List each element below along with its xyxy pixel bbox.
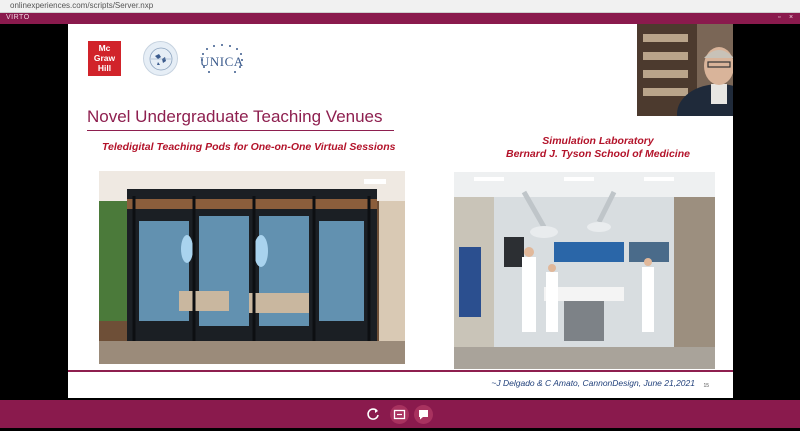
logo-line: Mc (98, 43, 111, 53)
globe-icon (149, 47, 173, 71)
slide-title: Novel Undergraduate Teaching Venues (87, 107, 383, 126)
footer-rule (68, 370, 733, 372)
title-underline (87, 130, 394, 131)
restore-icon[interactable]: ▫ (778, 14, 780, 21)
globe-logo (143, 41, 178, 76)
slides-icon (393, 409, 406, 420)
chat-button[interactable] (414, 405, 433, 424)
url-text: onlinexperiences.com/scripts/Server.nxp (10, 1, 154, 10)
app-name: VIRTO (6, 14, 30, 21)
refresh-button[interactable] (364, 405, 383, 424)
presentation-controls (0, 400, 800, 428)
chat-icon (419, 410, 428, 420)
slides-button[interactable] (390, 405, 409, 424)
presenter-webcam (637, 24, 733, 116)
presentation-window: onlinexperiences.com/scripts/Server.nxp … (0, 0, 800, 428)
logo-line: Hill (97, 63, 112, 73)
page-number: 15 (703, 383, 709, 389)
presentation-stage: Mc Graw Hill UNICA Novel Undergraduate T… (0, 24, 800, 400)
simulation-lab-photo (454, 172, 715, 369)
app-title-bar: VIRTO ▫ × (0, 13, 800, 24)
left-subtitle: Teledigital Teaching Pods for One-on-One… (102, 141, 396, 153)
teaching-pods-photo (99, 171, 405, 364)
refresh-icon (367, 408, 379, 420)
logo-line: Graw (93, 53, 116, 63)
right-subtitle-line1: Simulation Laboratory (542, 135, 654, 147)
right-subtitle: Simulation Laboratory Bernard J. Tyson S… (448, 135, 733, 161)
unica-text: UNICA (200, 54, 244, 69)
citation: ~J Delgado & C Amato, CannonDesign, June… (491, 378, 695, 388)
mcgrawhill-logo: Mc Graw Hill (88, 41, 121, 76)
unica-logo: UNICA (196, 41, 248, 79)
slide: Mc Graw Hill UNICA Novel Undergraduate T… (68, 24, 733, 398)
close-icon[interactable]: × (789, 14, 793, 21)
right-subtitle-line2: Bernard J. Tyson School of Medicine (506, 148, 690, 160)
browser-url-bar[interactable]: onlinexperiences.com/scripts/Server.nxp (0, 0, 800, 13)
